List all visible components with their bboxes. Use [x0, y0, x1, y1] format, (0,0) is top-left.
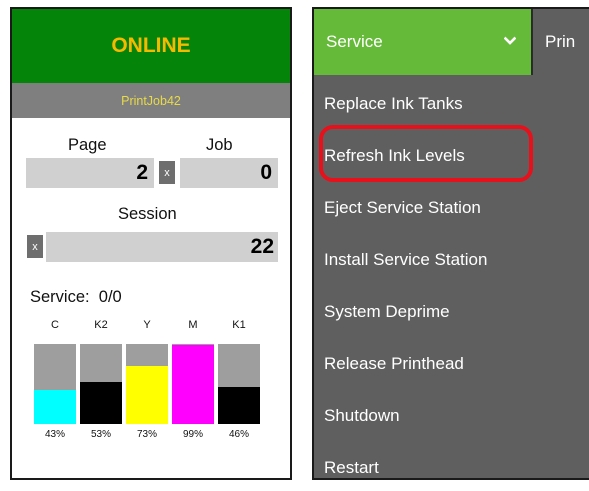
service-tab-label: Service: [326, 32, 383, 51]
ink-level-fill: [218, 387, 260, 424]
ink-percent: 46%: [228, 429, 249, 440]
ink-level-fill: [126, 365, 168, 424]
session-counter: 22: [46, 232, 278, 262]
ink-name: K2: [94, 319, 108, 331]
ink-percent: 53%: [90, 429, 111, 440]
ink-percent: 99%: [182, 429, 203, 440]
printer-status-panel: ONLINE PrintJob42 Page Job 2 x 0 Session…: [10, 7, 292, 480]
service-tab[interactable]: Service: [314, 9, 531, 75]
session-value: 22: [250, 235, 274, 258]
service-menu-panel: Service Prin Replace Ink Tanks Refresh I…: [312, 7, 589, 480]
ink-level-fill: [80, 381, 122, 424]
page-label: Page: [68, 136, 107, 154]
ink-level-fill: [172, 344, 214, 424]
ink-tank: [80, 344, 122, 424]
session-label: Session: [118, 205, 177, 223]
service-value: 0/0: [98, 288, 122, 306]
job-label: Job: [206, 136, 233, 154]
page-counter: 2: [26, 158, 154, 188]
menu-item-install-service-station[interactable]: Install Service Station: [314, 234, 589, 286]
ink-tank: [126, 344, 168, 424]
ink-tank: [172, 344, 214, 424]
ink-name: Y: [143, 319, 151, 331]
ink-name: K1: [232, 319, 246, 331]
ink-name: C: [51, 319, 59, 331]
ink-percent: 43%: [44, 429, 65, 440]
menu-item-refresh-ink-levels[interactable]: Refresh Ink Levels: [314, 130, 589, 182]
job-name-bar: PrintJob42: [12, 83, 290, 118]
online-status-banner: ONLINE: [12, 9, 290, 83]
service-count: Service: 0/0: [30, 288, 122, 307]
menu-item-release-printhead[interactable]: Release Printhead: [314, 338, 589, 390]
ink-tank: [218, 344, 260, 424]
ink-tank: [34, 344, 76, 424]
reset-session-button[interactable]: x: [27, 235, 43, 258]
menu-item-shutdown[interactable]: Shutdown: [314, 390, 589, 442]
page-value: 2: [136, 161, 148, 184]
reset-page-button[interactable]: x: [159, 161, 175, 184]
chevron-down-icon: [504, 36, 516, 45]
ink-name: M: [188, 319, 198, 331]
service-label: Service:: [30, 288, 90, 306]
ink-percent: 73%: [136, 429, 157, 440]
menu-item-system-deprime[interactable]: System Deprime: [314, 286, 589, 338]
tab-printer[interactable]: Prin: [533, 9, 589, 75]
ink-level-fill: [34, 389, 76, 424]
job-value: 0: [260, 161, 272, 184]
job-counter: 0: [180, 158, 278, 188]
menu-item-replace-ink-tanks[interactable]: Replace Ink Tanks: [314, 78, 589, 130]
menu-item-eject-service-station[interactable]: Eject Service Station: [314, 182, 589, 234]
menu-item-restart[interactable]: Restart: [314, 442, 589, 478]
